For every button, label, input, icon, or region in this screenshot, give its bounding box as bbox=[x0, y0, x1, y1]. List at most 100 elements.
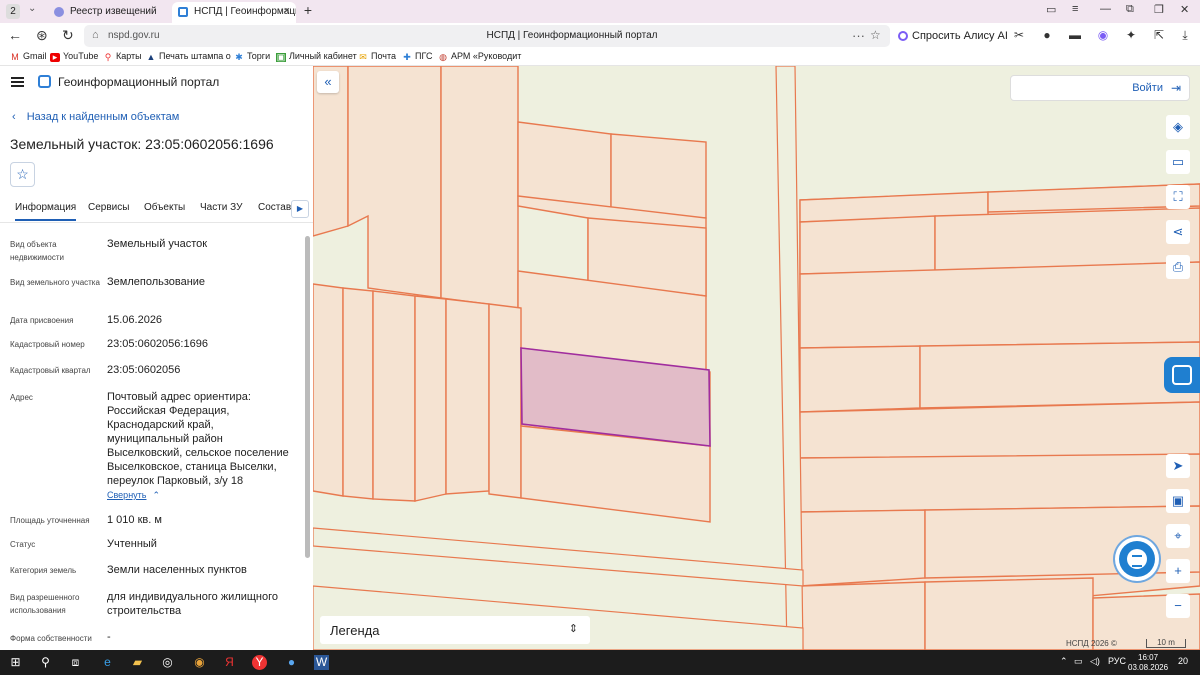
bookmark-cabinet[interactable]: ▣ Личный кабинет bbox=[276, 51, 357, 62]
tabs-next-button[interactable]: ▶ bbox=[291, 200, 309, 218]
favorite-button[interactable]: ☆ bbox=[10, 162, 35, 187]
url-text[interactable]: nspd.gov.ru bbox=[108, 30, 160, 41]
extension-icon[interactable]: ▬ bbox=[1068, 28, 1082, 42]
geolocation-button[interactable]: ➤ bbox=[1166, 454, 1190, 478]
map-canvas[interactable] bbox=[313, 66, 1200, 650]
share-icon[interactable]: ⇱ bbox=[1152, 28, 1166, 42]
layers-button[interactable]: ◈ bbox=[1166, 115, 1190, 139]
bookmark-arm[interactable]: ◍ АРМ «Руководит bbox=[438, 51, 521, 62]
volume-icon[interactable]: ◁) bbox=[1090, 656, 1100, 667]
land-parcel bbox=[347, 66, 442, 299]
windows-start-icon[interactable]: ⊞ bbox=[8, 655, 23, 670]
field-value: 23:05:0602056:1696 bbox=[107, 338, 208, 350]
bookmark-pgs[interactable]: ✚ ПГС bbox=[402, 51, 432, 62]
download-icon[interactable]: ⤓ bbox=[1178, 28, 1192, 42]
hamburger-menu-icon[interactable] bbox=[11, 77, 24, 87]
bookmark-torgi[interactable]: ✱ Торги bbox=[234, 51, 270, 62]
portal-title[interactable]: Геоинформационный портал bbox=[58, 75, 219, 89]
yandex-icon[interactable]: Я bbox=[222, 655, 237, 670]
land-parcel bbox=[799, 509, 926, 587]
word-icon[interactable]: W bbox=[314, 655, 329, 670]
collapse-panel-button[interactable]: « bbox=[317, 71, 339, 93]
extension-icon[interactable]: ● bbox=[1040, 28, 1054, 42]
bookmark-mail[interactable]: ✉ Почта bbox=[358, 51, 396, 62]
bookmark-youtube[interactable]: ▸ YouTube bbox=[50, 51, 98, 62]
field-label: Адрес bbox=[10, 393, 33, 402]
site-icon: ✚ bbox=[403, 52, 411, 62]
new-tab-button[interactable]: + bbox=[301, 3, 315, 19]
share-button[interactable]: ⋖ bbox=[1166, 220, 1190, 244]
portal-logo-icon[interactable] bbox=[38, 75, 51, 88]
search-icon[interactable]: ⚲ bbox=[38, 655, 53, 670]
youtube-icon: ▸ bbox=[50, 53, 60, 62]
close-window-icon[interactable]: ✕ bbox=[1180, 3, 1189, 16]
land-parcel bbox=[342, 287, 374, 500]
reload-icon[interactable]: ↻ bbox=[62, 27, 74, 44]
url-field[interactable]: ⌂ nspd.gov.ru НСПД | Геоинформационный п… bbox=[84, 25, 890, 47]
zoom-out-button[interactable]: − bbox=[1166, 594, 1190, 618]
extension-icon[interactable]: ✂ bbox=[1012, 28, 1026, 42]
tab-composition[interactable]: Состав bbox=[258, 202, 291, 213]
location-search-button[interactable]: ⌖ bbox=[1166, 524, 1190, 548]
land-parcel bbox=[440, 66, 519, 309]
print-button[interactable]: ⎙ bbox=[1166, 255, 1190, 279]
clock-time: 16:07 bbox=[1138, 653, 1159, 662]
more-dots-icon[interactable]: ··· bbox=[852, 28, 865, 43]
zoom-in-button[interactable]: + bbox=[1166, 559, 1190, 583]
tab-objects[interactable]: Объекты bbox=[144, 202, 185, 213]
clock[interactable]: 16:07 03.08.2026 bbox=[1128, 653, 1168, 673]
extension-icon[interactable]: ◉ bbox=[1096, 28, 1110, 42]
notifications-badge[interactable]: 20 bbox=[1178, 656, 1188, 666]
field-label: Форма собственности bbox=[10, 634, 92, 643]
close-tab-icon[interactable]: × bbox=[284, 2, 290, 21]
edge-icon[interactable]: e bbox=[100, 655, 115, 670]
lock-icon[interactable]: ⌂ bbox=[92, 29, 99, 41]
back-arrow-icon[interactable]: ← bbox=[8, 27, 22, 43]
chevron-left-icon: ‹ bbox=[12, 111, 16, 123]
minimize-icon[interactable]: — bbox=[1100, 3, 1111, 15]
ask-alice-button[interactable]: Спросить Алису AI bbox=[894, 26, 1014, 46]
puzzle-icon[interactable]: ✦ bbox=[1124, 28, 1138, 42]
bookmark-label: Gmail bbox=[23, 51, 47, 61]
menu-icon[interactable]: ≡ bbox=[1072, 3, 1078, 15]
measure-button[interactable]: ▭ bbox=[1166, 150, 1190, 174]
bookmark-tabs-icon[interactable]: ▭ bbox=[1046, 3, 1056, 16]
legend-dropdown[interactable]: Легенда ⇕ bbox=[320, 616, 590, 644]
tab-info[interactable]: Информация bbox=[15, 202, 77, 221]
app-icon[interactable]: ● bbox=[284, 655, 299, 670]
bookmark-stamp[interactable]: ▲ Печать штампа о bbox=[146, 51, 231, 62]
file-explorer-icon[interactable]: ▰ bbox=[130, 655, 145, 670]
field-value: для индивидуального жилищного строительс… bbox=[107, 591, 279, 617]
select-area-button[interactable]: ⛶ bbox=[1166, 185, 1190, 209]
yandex-shield-icon[interactable]: ⊛ bbox=[36, 27, 48, 44]
bookmark-maps[interactable]: ⚲ Карты bbox=[103, 51, 142, 62]
bookmark-icon[interactable]: ☆ bbox=[870, 28, 881, 42]
tab-services[interactable]: Сервисы bbox=[88, 202, 129, 213]
tray-chevron-icon[interactable]: ⌃ bbox=[1060, 656, 1068, 667]
minimap-button[interactable]: ▣ bbox=[1166, 489, 1190, 513]
land-parcel bbox=[919, 341, 1200, 409]
app-icon[interactable]: ◎ bbox=[160, 655, 175, 670]
chevron-down-icon[interactable]: ⌄ bbox=[28, 3, 36, 14]
ask-alice-label: Спросить Алису AI bbox=[912, 30, 1008, 42]
object-title: Земельный участок: 23:05:0602056:1696 bbox=[10, 136, 274, 152]
bookmark-gmail[interactable]: M Gmail bbox=[10, 51, 47, 62]
yandex-browser-icon[interactable]: Y bbox=[252, 655, 267, 670]
login-button[interactable]: Войти ⇥ bbox=[1010, 75, 1190, 101]
task-view-icon[interactable]: ⧈ bbox=[68, 655, 83, 670]
cadastral-map[interactable] bbox=[313, 66, 1200, 650]
side-panel-tab[interactable] bbox=[1164, 357, 1200, 393]
browser-tab-active[interactable]: НСПД | Геоинформаци × bbox=[172, 2, 296, 23]
window-mode-icon[interactable]: ⧉ bbox=[1126, 3, 1134, 16]
collapse-link[interactable]: Свернуть ⌃ bbox=[107, 490, 160, 501]
chrome-icon[interactable]: ◉ bbox=[192, 655, 207, 670]
chat-button[interactable] bbox=[1119, 541, 1155, 577]
language-indicator[interactable]: РУС bbox=[1108, 656, 1126, 666]
tab-parts[interactable]: Части ЗУ bbox=[200, 202, 242, 213]
panel-scroll-thumb[interactable] bbox=[305, 236, 310, 558]
browser-tab[interactable]: Реестр извещений bbox=[48, 2, 170, 23]
network-icon[interactable]: ▭ bbox=[1074, 656, 1083, 667]
restore-icon[interactable]: ❐ bbox=[1154, 3, 1164, 16]
tab-counter[interactable]: 2 bbox=[6, 4, 20, 19]
back-to-results-link[interactable]: ‹ Назад к найденным объектам bbox=[12, 111, 179, 123]
